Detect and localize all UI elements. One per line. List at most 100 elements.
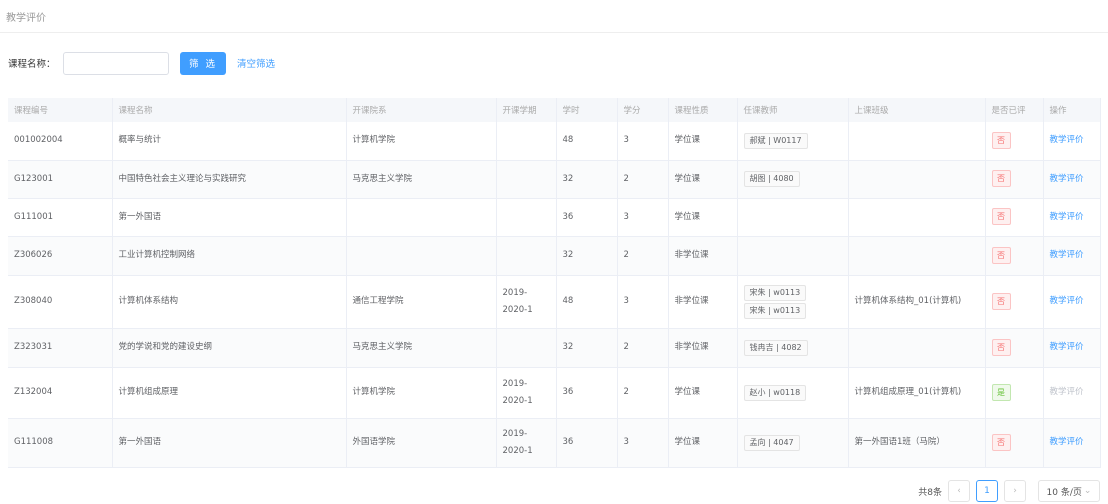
column-header-teachers: 任课教师 (737, 98, 849, 122)
divider (0, 32, 1108, 33)
cell-credits: 2 (617, 160, 669, 199)
cell-course-name: 工业计算机控制网络 (112, 236, 347, 276)
cell-class (848, 122, 986, 161)
cell-action: 教学评价 (1043, 367, 1101, 419)
cell-class: 计算机组成原理_01(计算机) (848, 367, 986, 419)
chevron-down-icon: ⌄ (1083, 486, 1092, 496)
cell-class (848, 198, 986, 237)
cell-department (346, 198, 497, 237)
cell-action: 教学评价 (1043, 236, 1101, 276)
evaluate-link[interactable]: 教学评价 (1050, 387, 1084, 397)
column-header-credits: 学分 (617, 98, 669, 122)
page-size-select[interactable]: 10 条/页 ⌄ (1038, 480, 1100, 502)
teacher-tag: 胡图 | 4080 (743, 171, 800, 187)
total-count: 共8条 (918, 487, 942, 498)
table-row: G111001 第一外国语 36 3 学位课 否 教学评价 (8, 198, 1101, 237)
table-row: G111008 第一外国语 外国语学院 2019-2020-1 36 3 学位课 孟向 | 4… (8, 418, 1101, 468)
cell-course-name: 党的学说和党的建设史纲 (112, 328, 347, 368)
teacher-tag: 郝斌 | W0117 (743, 132, 808, 149)
cell-course-code: Z308040 (8, 275, 113, 329)
cell-term (496, 160, 557, 199)
cell-department: 计算机学院 (346, 367, 497, 419)
clear-filter-link[interactable]: 清空筛选 (237, 56, 275, 70)
cell-teachers: 孟向 | 4047 (737, 418, 849, 468)
cell-course-code: G111008 (8, 418, 113, 468)
rated-badge: 否 (991, 208, 1011, 225)
cell-rated: 否 (985, 122, 1044, 161)
course-name-input[interactable] (63, 51, 169, 75)
table-row: Z308040 计算机体系结构 通信工程学院 2019-2020-1 48 3 非学位课 宋朱… (8, 275, 1101, 329)
teacher-tag: 宋朱 | w0113 (743, 284, 807, 301)
teacher-tag: 宋朱 | w0113 (743, 302, 807, 319)
cell-course-name: 第一外国语 (112, 418, 347, 468)
cell-rated: 否 (985, 236, 1044, 276)
cell-hours: 48 (556, 122, 618, 161)
cell-department: 马克思主义学院 (346, 160, 497, 199)
evaluate-link[interactable]: 教学评价 (1050, 342, 1084, 352)
course-table: 课程编号 课程名称 开课院系 开课学期 学时 学分 课程性质 任课教师 上课班级 是否已评 操作 0… (8, 98, 1101, 468)
evaluate-link[interactable]: 教学评价 (1050, 296, 1084, 306)
page-title: 教学评价 (6, 13, 46, 24)
cell-term (496, 328, 557, 368)
page-size-label: 10 条/页 (1046, 487, 1082, 498)
prev-page-button[interactable]: ‹ (948, 480, 970, 502)
filter-button[interactable]: 筛 选 (180, 51, 226, 75)
evaluate-link[interactable]: 教学评价 (1050, 437, 1084, 447)
cell-hours: 32 (556, 160, 618, 199)
cell-teachers: 赵小 | w0118 (737, 367, 849, 419)
next-page-button[interactable]: › (1004, 480, 1026, 502)
cell-course-type: 学位课 (668, 418, 738, 468)
cell-class: 计算机体系结构_01(计算机) (848, 275, 986, 329)
cell-credits: 2 (617, 367, 669, 419)
evaluate-link[interactable]: 教学评价 (1050, 250, 1084, 260)
table-row: Z306026 工业计算机控制网络 32 2 非学位课 否 教学评价 (8, 236, 1101, 276)
cell-hours: 48 (556, 275, 618, 329)
cell-class (848, 328, 986, 368)
rated-badge: 否 (991, 338, 1011, 356)
rated-badge: 否 (991, 170, 1011, 187)
evaluate-link[interactable]: 教学评价 (1050, 174, 1084, 184)
teacher-tag: 赵小 | w0118 (743, 384, 807, 401)
cell-class: 第一外国语1班（马院） (848, 418, 986, 468)
column-header-course-type: 课程性质 (668, 98, 738, 122)
cell-rated: 否 (985, 275, 1044, 329)
column-header-class: 上课班级 (848, 98, 986, 122)
cell-credits: 3 (617, 275, 669, 329)
cell-credits: 3 (617, 198, 669, 237)
cell-term: 2019-2020-1 (496, 367, 557, 419)
cell-action: 教学评价 (1043, 160, 1101, 199)
cell-action: 教学评价 (1043, 275, 1101, 329)
cell-teachers: 郝斌 | W0117 (737, 122, 849, 161)
column-header-department: 开课院系 (346, 98, 497, 122)
evaluate-link[interactable]: 教学评价 (1050, 212, 1084, 222)
cell-course-type: 非学位课 (668, 328, 738, 368)
cell-course-code: Z323031 (8, 328, 113, 368)
column-header-hours: 学时 (556, 98, 618, 122)
table-row: Z132004 计算机组成原理 计算机学院 2019-2020-1 36 2 学位课 赵小 |… (8, 367, 1101, 419)
page-1-button[interactable]: 1 (976, 480, 998, 502)
column-header-term: 开课学期 (496, 98, 557, 122)
cell-course-type: 非学位课 (668, 275, 738, 329)
cell-course-name: 计算机组成原理 (112, 367, 347, 419)
cell-course-code: Z306026 (8, 236, 113, 276)
cell-hours: 32 (556, 236, 618, 276)
cell-action: 教学评价 (1043, 418, 1101, 468)
cell-course-name: 第一外国语 (112, 198, 347, 237)
evaluate-link[interactable]: 教学评价 (1050, 135, 1084, 145)
cell-class (848, 236, 986, 276)
table-row: G123001 中国特色社会主义理论与实践研究 马克思主义学院 32 2 学位课 胡图 | … (8, 160, 1101, 199)
cell-rated: 否 (985, 328, 1044, 368)
cell-course-type: 学位课 (668, 122, 738, 161)
cell-credits: 3 (617, 122, 669, 161)
cell-credits: 2 (617, 328, 669, 368)
rated-badge: 否 (991, 433, 1011, 451)
course-name-label: 课程名称： (8, 59, 56, 70)
cell-course-code: G123001 (8, 160, 113, 199)
cell-department: 外国语学院 (346, 418, 497, 468)
cell-department: 通信工程学院 (346, 275, 497, 329)
cell-course-type: 学位课 (668, 367, 738, 419)
cell-teachers: 胡图 | 4080 (737, 160, 849, 199)
cell-course-code: 001002004 (8, 122, 113, 161)
cell-teachers: 钱冉吉 | 4082 (737, 328, 849, 368)
cell-teachers (737, 236, 849, 276)
